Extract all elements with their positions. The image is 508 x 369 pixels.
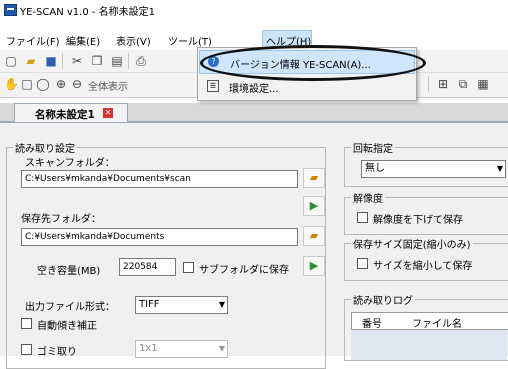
open-location-icon[interactable]: ▶ <box>303 196 325 216</box>
despeckle-size-value: 1x1 <box>139 343 158 354</box>
save-folder-field[interactable]: C:¥Users¥mkanda¥Documents <box>21 228 298 246</box>
auto-deskew-checkbox[interactable] <box>21 318 32 329</box>
toolbar-separator <box>62 53 63 69</box>
shrink-size-label: サイズを縮小して保存 <box>373 261 473 272</box>
despeckle-size-select[interactable]: 1x1 ▼ <box>135 340 228 358</box>
save-icon[interactable]: ■ <box>44 54 58 68</box>
subfolder-label: サブフォルダに保存 <box>199 265 289 276</box>
reduce-resolution-label: 解像度を下げて保存 <box>373 215 463 226</box>
menu-tools[interactable]: ツール(T) <box>168 33 212 48</box>
zoom-all-button[interactable]: 全体表示 <box>88 78 128 93</box>
menu-bar: ファイル(F) 編集(E) 表示(V) ツール(T) ヘルプ(H) <box>0 28 508 49</box>
browse-folder-icon[interactable]: ▰ <box>303 168 325 188</box>
output-format-select[interactable]: TIFF ▼ <box>135 296 228 314</box>
tab-untitled1[interactable]: 名称未設定1 ✕ <box>14 103 128 122</box>
app-icon <box>4 4 17 16</box>
lasso-select-icon[interactable]: ◯ <box>36 77 50 91</box>
free-space-value: 220584 <box>119 258 176 276</box>
window-title: YE-SCAN v1.0 - 名称未設定1 <box>20 7 156 18</box>
help-dropdown-menu: ? バージョン情報 YE-SCAN(A)... ☰ 環境設定... <box>197 47 417 101</box>
col-number[interactable]: 番号 <box>362 315 382 330</box>
copy-icon[interactable]: ❐ <box>90 54 104 68</box>
group-title: 読み取りログ <box>351 292 415 307</box>
menu-item-settings-label: 環境設定... <box>229 84 279 95</box>
settings-icon: ☰ <box>207 80 219 92</box>
fixed-size-group: 保存サイズ固定(縮小のみ) サイズを縮小して保存 <box>344 236 508 281</box>
tab-label: 名称未設定1 <box>35 109 95 121</box>
scan-log-group: 読み取りログ 番号 ファイル名 <box>344 292 508 361</box>
close-icon[interactable]: ✕ <box>103 108 113 118</box>
layout-icon-2[interactable]: ⧉ <box>456 77 470 91</box>
group-title: 回転指定 <box>351 140 395 155</box>
group-title: 保存サイズ固定(縮小のみ) <box>351 236 473 251</box>
open-folder-icon[interactable]: ▰ <box>24 54 38 68</box>
subfolder-checkbox[interactable] <box>183 262 194 273</box>
cut-icon[interactable]: ✂ <box>70 54 84 68</box>
scan-settings-group: 読み取り設定 スキャンフォルダ： C:¥Users¥mkanda¥Documen… <box>6 140 326 369</box>
shrink-size-checkbox[interactable] <box>357 258 368 269</box>
menu-view[interactable]: 表示(V) <box>116 33 151 48</box>
paste-icon[interactable]: ▤ <box>110 54 124 68</box>
chevron-down-icon: ▼ <box>496 164 503 173</box>
save-folder-label: 保存先フォルダ： <box>21 214 101 225</box>
scan-folder-label: スキャンフォルダ： <box>25 158 115 169</box>
output-format-value: TIFF <box>139 299 160 310</box>
layout-icon-1[interactable]: ⊞ <box>436 77 450 91</box>
auto-deskew-label: 自動傾き補正 <box>37 321 97 332</box>
rotation-group: 回転指定 無し ▼ <box>344 140 508 187</box>
menu-item-about[interactable]: ? バージョン情報 YE-SCAN(A)... <box>199 50 415 74</box>
info-icon: ? <box>208 56 219 67</box>
layout-icon-3[interactable]: ▦ <box>476 77 490 91</box>
print-icon[interactable]: ⎙ <box>134 54 148 68</box>
free-space-label: 空き容量(MB) <box>37 266 101 277</box>
chevron-down-icon: ▼ <box>218 344 225 353</box>
zoom-in-icon[interactable]: ⊕ <box>54 77 68 91</box>
despeckle-checkbox[interactable] <box>21 344 32 355</box>
hand-tool-icon[interactable]: ✋ <box>4 77 19 91</box>
menu-file[interactable]: ファイル(F) <box>6 33 60 48</box>
toolbar-separator <box>128 53 129 69</box>
chevron-down-icon: ▼ <box>218 300 225 309</box>
title-bar: YE-SCAN v1.0 - 名称未設定1 <box>0 0 508 18</box>
reduce-resolution-checkbox[interactable] <box>357 212 368 223</box>
settings-panel: 読み取り設定 スキャンフォルダ： C:¥Users¥mkanda¥Documen… <box>0 123 508 369</box>
scan-log-table-header: 番号 ファイル名 <box>351 312 508 330</box>
new-file-icon[interactable]: ▢ <box>4 54 18 68</box>
col-filename[interactable]: ファイル名 <box>412 315 462 330</box>
rect-select-icon[interactable]: □ <box>20 77 34 91</box>
menu-item-settings[interactable]: ☰ 環境設定... <box>199 75 413 97</box>
resolution-group: 解像度 解像度を下げて保存 <box>344 190 508 235</box>
toolbar-separator <box>428 76 429 92</box>
zoom-out-icon[interactable]: ⊖ <box>70 77 84 91</box>
output-format-label: 出力ファイル形式： <box>25 302 115 313</box>
open-location-icon[interactable]: ▶ <box>303 256 325 276</box>
menu-help[interactable]: ヘルプ(H) <box>266 33 311 48</box>
document-tabs: 名称未設定1 ✕ <box>0 103 508 123</box>
browse-folder-icon[interactable]: ▰ <box>303 226 325 246</box>
menu-edit[interactable]: 編集(E) <box>66 33 100 48</box>
rotation-select[interactable]: 無し ▼ <box>361 160 506 178</box>
menu-item-about-label: バージョン情報 YE-SCAN(A)... <box>230 60 371 71</box>
scan-folder-field[interactable]: C:¥Users¥mkanda¥Documents¥scan <box>21 170 298 188</box>
rotation-value: 無し <box>365 163 385 174</box>
group-title: 解像度 <box>351 190 385 205</box>
group-title: 読み取り設定 <box>13 140 77 155</box>
